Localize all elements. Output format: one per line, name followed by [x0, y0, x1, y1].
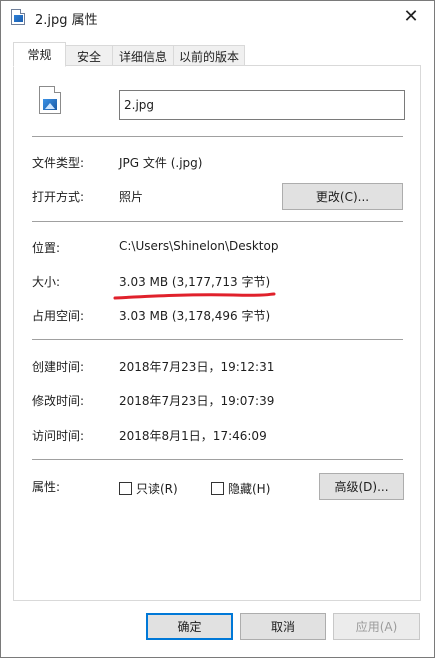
close-icon: ✕ — [403, 6, 419, 27]
opens-with-label: 打开方式: — [32, 190, 85, 204]
divider — [32, 339, 403, 340]
location-value: C:\Users\Shinelon\Desktop — [119, 239, 279, 253]
attributes-label: 属性: — [32, 480, 61, 494]
tab-previous-versions[interactable]: 以前的版本 — [173, 45, 245, 67]
image-file-icon — [11, 9, 25, 25]
modified-label: 修改时间: — [32, 394, 85, 408]
size-on-disk-label: 占用空间: — [32, 309, 85, 323]
window-title: 2.jpg 属性 — [35, 13, 98, 28]
tab-security[interactable]: 安全 — [65, 45, 113, 67]
change-button[interactable]: 更改(C)... — [282, 183, 403, 210]
created-value: 2018年7月23日，19:12:31 — [119, 360, 275, 374]
size-on-disk-value: 3.03 MB (3,178,496 字节) — [119, 309, 271, 323]
divider — [32, 459, 403, 460]
tab-strip: 常规 安全 详细信息 以前的版本 — [13, 42, 423, 67]
size-label: 大小: — [32, 275, 61, 289]
hidden-checkbox[interactable]: 隐藏(H) — [211, 480, 270, 497]
readonly-checkbox[interactable]: 只读(R) — [119, 480, 178, 497]
location-label: 位置: — [32, 241, 61, 255]
tab-general[interactable]: 常规 — [13, 42, 66, 67]
general-panel: 文件类型: JPG 文件 (.jpg) 打开方式: 照片 更改(C)... 位置… — [13, 65, 421, 601]
close-button[interactable]: ✕ — [388, 1, 434, 32]
hidden-label: 隐藏(H) — [228, 482, 271, 496]
accessed-label: 访问时间: — [32, 429, 85, 443]
accessed-value: 2018年8月1日，17:46:09 — [119, 429, 267, 443]
ok-button[interactable]: 确定 — [146, 613, 233, 640]
title-bar: 2.jpg 属性 ✕ — [1, 1, 434, 32]
properties-dialog: 2.jpg 属性 ✕ 常规 安全 详细信息 以前的版本 文件类型: JPG 文件… — [0, 0, 435, 658]
divider — [32, 136, 403, 137]
tab-details[interactable]: 详细信息 — [112, 45, 174, 67]
size-value: 3.03 MB (3,177,713 字节) — [119, 275, 271, 289]
readonly-checkbox-box[interactable] — [119, 482, 132, 495]
red-underline-annotation — [113, 292, 276, 300]
cancel-button[interactable]: 取消 — [240, 613, 326, 640]
hidden-checkbox-box[interactable] — [211, 482, 224, 495]
file-type-label: 文件类型: — [32, 156, 85, 170]
readonly-label: 只读(R) — [136, 482, 178, 496]
modified-value: 2018年7月23日，19:07:39 — [119, 394, 275, 408]
image-file-icon — [39, 86, 61, 114]
file-type-value: JPG 文件 (.jpg) — [119, 156, 203, 170]
created-label: 创建时间: — [32, 360, 85, 374]
divider — [32, 221, 403, 222]
apply-button[interactable]: 应用(A) — [333, 613, 420, 640]
file-name-input[interactable] — [119, 90, 405, 120]
advanced-button[interactable]: 高级(D)... — [319, 473, 404, 500]
opens-with-value: 照片 — [119, 190, 144, 204]
